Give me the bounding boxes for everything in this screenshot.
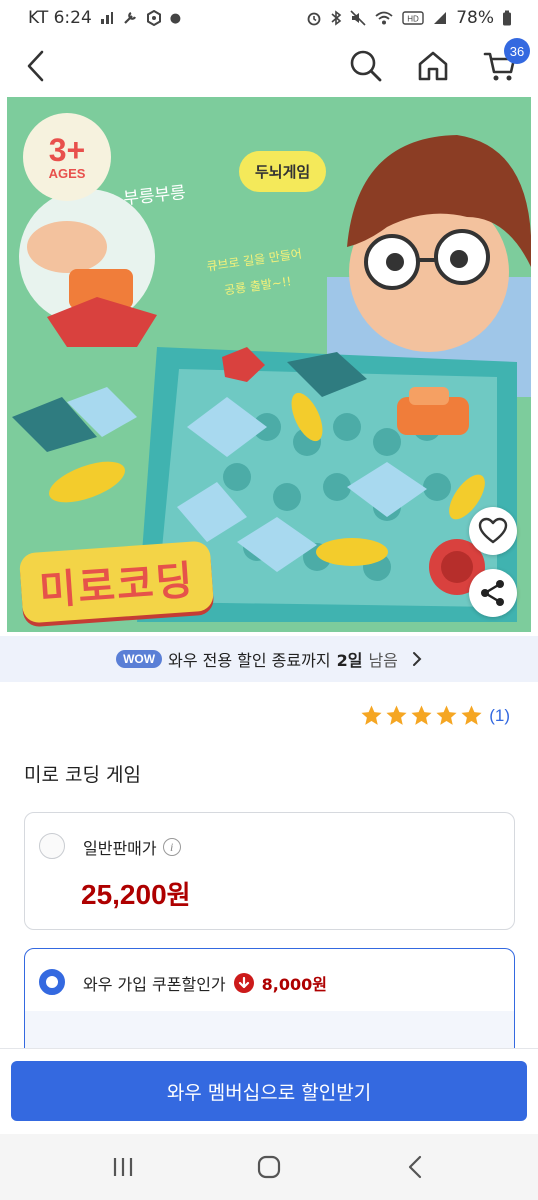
cart-count-badge: 36 (504, 38, 530, 64)
brain-game-tag: 두뇌게임 (239, 151, 327, 192)
star-icon (461, 705, 482, 725)
wow-price-radio[interactable] (39, 969, 65, 995)
chevron-right-icon (412, 652, 422, 666)
age-number: 3+ (48, 131, 86, 168)
back-icon (408, 1155, 422, 1179)
age-badge: 3+ AGES (23, 113, 111, 201)
wow-price-label-row: 와우 가입 쿠폰할인가 8,000원 (83, 971, 327, 995)
status-right: HD 78% (306, 8, 512, 28)
regular-price-value: 25,200 (81, 879, 167, 910)
wow-price-option[interactable]: 와우 가입 쿠폰할인가 8,000원 17,200원 (24, 948, 515, 1058)
heart-icon (478, 517, 508, 544)
product-rating[interactable]: (1) (360, 704, 510, 727)
share-button[interactable] (469, 569, 517, 617)
share-icon (481, 580, 504, 606)
bluetooth-icon (331, 10, 342, 26)
home-button[interactable] (413, 46, 453, 86)
status-left: KT 6:24 ● (28, 8, 181, 28)
wow-banner-days: 2일 (336, 651, 363, 670)
wow-banner-text: 와우 전용 할인 종료까지 (168, 651, 331, 670)
regular-price-label-row: 일반판매가 i (83, 835, 181, 859)
star-icon (411, 705, 432, 725)
back-button[interactable] (18, 48, 54, 84)
game-title-logo: 미로코딩 (18, 540, 215, 624)
back-chevron-icon (27, 50, 44, 82)
bottom-cta-bar: 와우 멤버십으로 할인받기 (0, 1048, 538, 1132)
system-nav-bar (0, 1134, 538, 1200)
search-button[interactable] (346, 46, 386, 86)
wow-pill: WOW (116, 650, 163, 668)
wifi-icon (375, 11, 393, 25)
system-back-button[interactable] (385, 1142, 445, 1192)
status-bar: KT 6:24 ● HD 78% (0, 0, 538, 36)
arrow-down-icon (233, 973, 254, 993)
cell-signal-icon (434, 12, 447, 24)
dot-icon: ● (169, 10, 182, 26)
app-header: 36 (0, 36, 538, 96)
battery-icon (503, 10, 511, 26)
recent-apps-button[interactable] (93, 1142, 153, 1192)
wow-discount-amount: 8,000원 (261, 975, 327, 994)
mute-icon (350, 10, 366, 26)
wow-price-label: 와우 가입 쿠폰할인가 (83, 975, 226, 994)
alarm-icon (307, 12, 321, 26)
cube-icon (146, 10, 161, 26)
rating-stars (360, 704, 483, 727)
product-image[interactable]: 3+ AGES 두뇌게임 부릉부릉 큐브로 길을 만들어 공룡 출발~!! 미로… (7, 97, 531, 632)
wow-banner-remain: 남음 (368, 651, 398, 670)
regular-price-label: 일반판매가 (83, 839, 157, 858)
wow-membership-discount-button[interactable]: 와우 멤버십으로 할인받기 (11, 1061, 527, 1121)
age-text: AGES (48, 165, 86, 181)
home-circle-icon (257, 1155, 281, 1179)
battery-text: 78% (456, 8, 494, 28)
star-icon (361, 705, 382, 725)
signal-icon (100, 12, 113, 24)
recent-apps-icon (113, 1158, 133, 1176)
regular-price: 25,200원 (81, 875, 191, 912)
carrier-time: KT 6:24 (28, 8, 92, 28)
star-icon (386, 705, 407, 725)
search-icon (350, 50, 382, 82)
regular-price-option[interactable]: 일반판매가 i 25,200원 (24, 812, 515, 930)
regular-price-unit: 원 (166, 881, 191, 911)
wrench-icon (124, 12, 136, 24)
svg-text:HD: HD (407, 15, 419, 24)
home-icon (418, 51, 448, 81)
review-count[interactable]: (1) (489, 706, 510, 726)
regular-price-radio[interactable] (39, 833, 65, 859)
hd-icon: HD (402, 11, 424, 25)
product-name: 미로 코딩 게임 (24, 764, 141, 786)
system-home-button[interactable] (239, 1142, 299, 1192)
info-icon[interactable]: i (162, 838, 181, 856)
wishlist-button[interactable] (469, 507, 517, 555)
wow-discount-banner[interactable]: WOW 와우 전용 할인 종료까지 2일 남음 (0, 636, 538, 682)
star-icon (436, 705, 457, 725)
